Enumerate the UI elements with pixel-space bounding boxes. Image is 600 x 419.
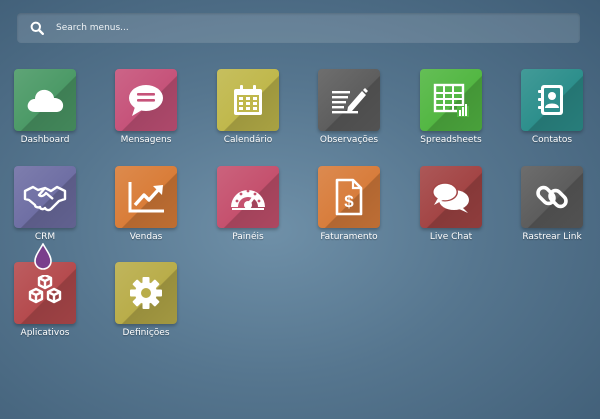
app-tile[interactable] (420, 69, 482, 131)
app-label: Observações (319, 135, 379, 145)
cubes-icon (28, 275, 62, 304)
app-calendario[interactable]: Calendário (198, 69, 298, 159)
app-tile[interactable] (14, 166, 76, 228)
app-live-chat[interactable]: Live Chat (401, 166, 501, 256)
app-tile[interactable] (521, 166, 583, 228)
app-label: Spreadsheets (420, 135, 482, 145)
spreadsheet-icon (433, 83, 469, 117)
invoice-dollar-icon: $ (335, 178, 363, 216)
app-mensagens[interactable]: Mensagens (96, 69, 196, 159)
app-tile[interactable] (14, 262, 76, 324)
app-tile[interactable] (420, 166, 482, 228)
app-label: CRM (34, 232, 56, 242)
app-tile[interactable] (115, 69, 177, 131)
app-tile[interactable] (115, 166, 177, 228)
gauge-icon (231, 189, 265, 210)
trend-chart-icon (128, 182, 164, 213)
app-label: Contatos (531, 135, 573, 145)
app-vendas[interactable]: Vendas (96, 166, 196, 256)
app-faturamento[interactable]: $ Faturamento (299, 166, 399, 256)
app-dashboard[interactable]: Dashboard (0, 69, 95, 159)
app-label: Aplicativos (20, 328, 70, 338)
app-tile[interactable] (217, 69, 279, 131)
app-label: Vendas (129, 232, 163, 242)
app-label: Calendário (223, 135, 273, 145)
notes-pencil-icon (332, 88, 368, 114)
search-bar[interactable] (17, 13, 580, 43)
two-bubbles-icon (432, 182, 469, 213)
app-tile[interactable] (115, 262, 177, 324)
app-contatos[interactable]: Contatos (502, 69, 600, 159)
search-icon (30, 21, 44, 35)
handshake-icon (23, 185, 67, 212)
app-spreadsheets[interactable]: Spreadsheets (401, 69, 501, 159)
app-tile[interactable] (521, 69, 583, 131)
app-definicoes[interactable]: Definições (96, 262, 196, 352)
app-observacoes[interactable]: Observações (299, 69, 399, 159)
app-label: Faturamento (320, 232, 378, 242)
app-paineis[interactable]: Painéis (198, 166, 298, 256)
app-tile[interactable]: $ (318, 166, 380, 228)
app-label: Dashboard (20, 135, 70, 145)
app-tile[interactable] (217, 166, 279, 228)
contact-book-icon (538, 85, 563, 115)
app-label: Live Chat (429, 232, 473, 242)
app-rastrear-link[interactable]: Rastrear Link (502, 166, 600, 256)
app-label: Rastrear Link (522, 232, 582, 242)
app-tile[interactable] (318, 69, 380, 131)
search-input[interactable] (54, 22, 538, 34)
chain-link-icon (536, 185, 568, 209)
app-aplicativos[interactable]: Aplicativos (0, 262, 95, 352)
app-label: Mensagens (120, 135, 172, 145)
calendar-icon (234, 85, 262, 115)
app-label: Definições (122, 328, 170, 338)
chat-bubble-icon (129, 85, 163, 116)
app-label: Painéis (232, 232, 264, 242)
gear-icon (130, 277, 162, 309)
cloud-icon (27, 89, 64, 112)
svg-text:$: $ (344, 192, 354, 211)
drag-drop-icon (34, 243, 52, 270)
app-tile[interactable] (14, 69, 76, 131)
